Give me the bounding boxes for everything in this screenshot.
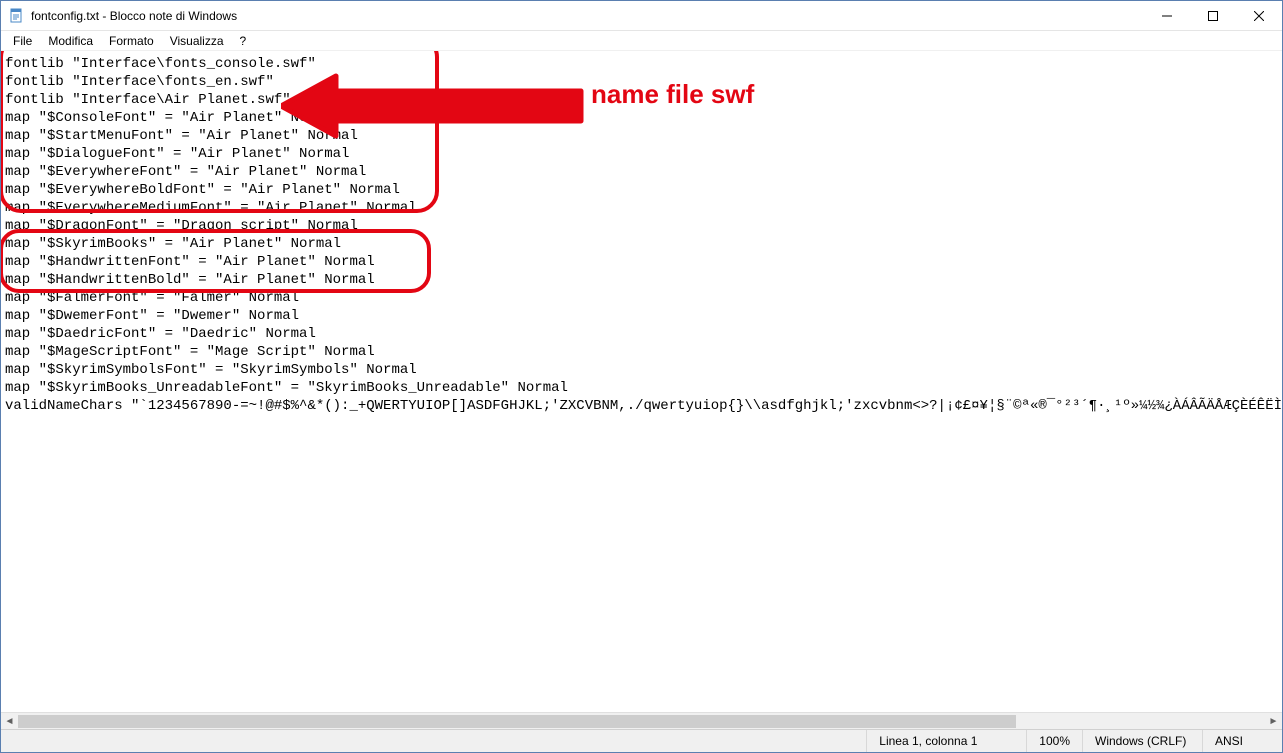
statusbar: Linea 1, colonna 1 100% Windows (CRLF) A… (1, 729, 1282, 752)
close-button[interactable] (1236, 1, 1282, 30)
status-position: Linea 1, colonna 1 (866, 730, 1026, 752)
text-area[interactable]: fontlib "Interface\fonts_console.swf" fo… (1, 51, 1282, 729)
menu-edit[interactable]: Modifica (40, 33, 101, 49)
menu-view[interactable]: Visualizza (162, 33, 232, 49)
menubar: File Modifica Formato Visualizza ? (1, 31, 1282, 51)
window-title: fontconfig.txt - Blocco note di Windows (31, 9, 1144, 23)
maximize-button[interactable] (1190, 1, 1236, 30)
status-zoom: 100% (1026, 730, 1082, 752)
scroll-right-arrow[interactable]: ► (1265, 713, 1282, 730)
notepad-icon (9, 8, 25, 24)
status-encoding: ANSI (1202, 730, 1282, 752)
menu-file[interactable]: File (5, 33, 40, 49)
notepad-window: fontconfig.txt - Blocco note di Windows … (0, 0, 1283, 753)
scroll-track[interactable] (18, 713, 1265, 729)
menu-format[interactable]: Formato (101, 33, 162, 49)
text-content[interactable]: fontlib "Interface\fonts_console.swf" fo… (5, 51, 1282, 415)
titlebar[interactable]: fontconfig.txt - Blocco note di Windows (1, 1, 1282, 31)
minimize-button[interactable] (1144, 1, 1190, 30)
scroll-left-arrow[interactable]: ◄ (1, 713, 18, 730)
window-controls (1144, 1, 1282, 30)
menu-help[interactable]: ? (232, 33, 255, 49)
horizontal-scrollbar[interactable]: ◄ ► (1, 712, 1282, 729)
status-lineending: Windows (CRLF) (1082, 730, 1202, 752)
scroll-thumb[interactable] (18, 715, 1016, 728)
